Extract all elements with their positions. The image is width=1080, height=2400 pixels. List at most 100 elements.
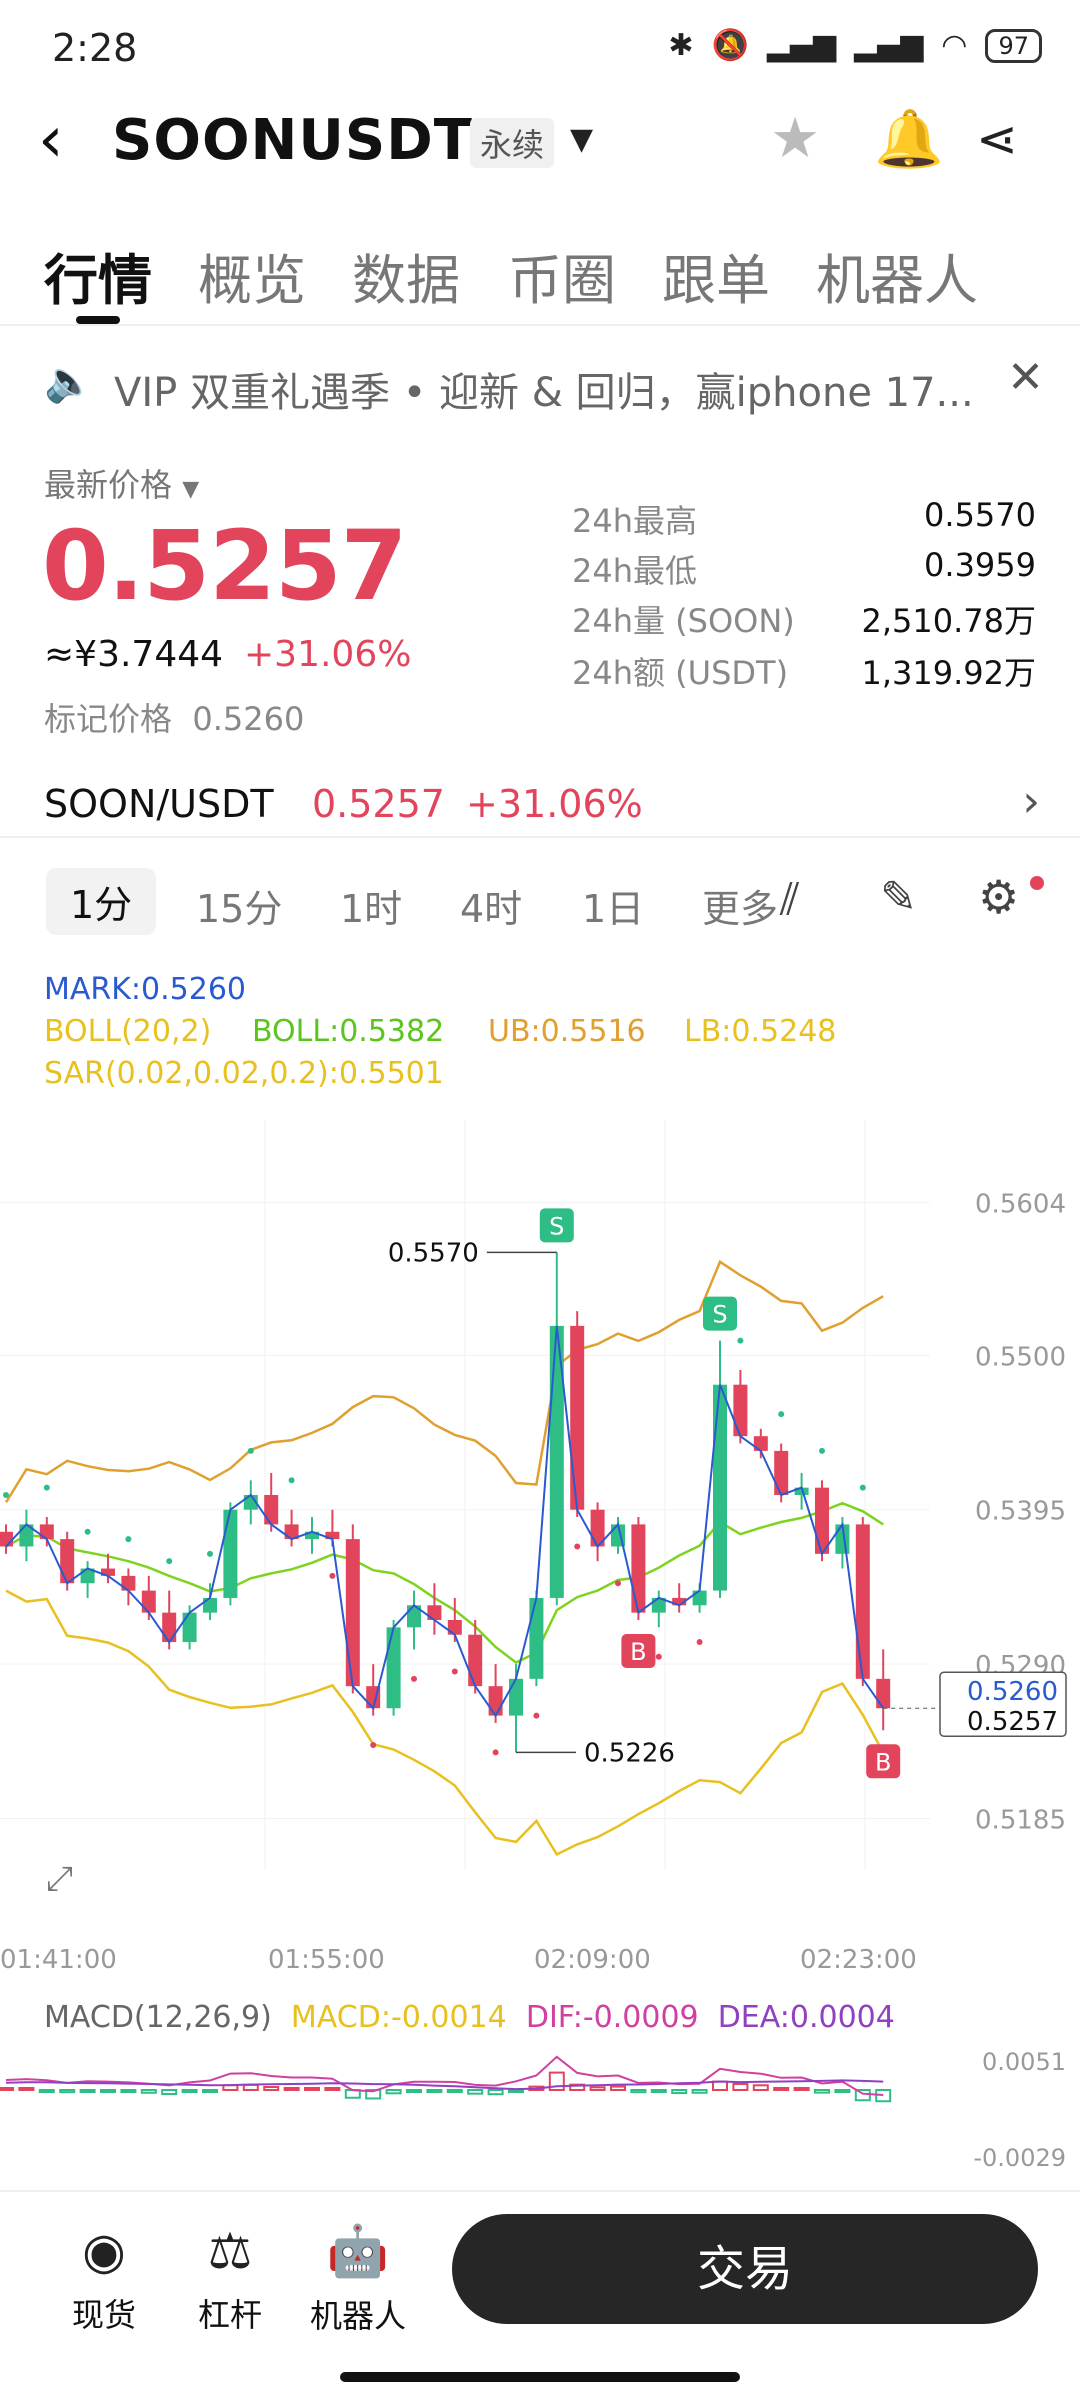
price-summary: 最新价格 ▼ 0.5257 ≈¥3.7444 +31.06% 标记价格 0.52… xyxy=(0,450,1080,750)
x-tick-label: 01:41:00 xyxy=(0,1945,117,1975)
trade-marker-label: S xyxy=(549,1212,564,1240)
candle xyxy=(203,1597,217,1613)
sar-dot xyxy=(737,1337,744,1344)
macd-top-tick: 0.0051 xyxy=(982,2048,1066,2076)
candle xyxy=(121,1575,136,1591)
latest-price-label[interactable]: 最新价格 ▼ xyxy=(44,460,199,506)
candle xyxy=(631,1524,646,1613)
interval-15m[interactable]: 15分 xyxy=(196,878,282,933)
sar-dot xyxy=(370,1742,377,1748)
spot-pair-row[interactable]: SOON/USDT 0.5257 +31.06% › xyxy=(0,770,1080,838)
nav-margin[interactable]: ⚖ 杠杆 xyxy=(170,2222,290,2336)
last-price-label: 0.5257 xyxy=(967,1707,1058,1737)
battery-icon: 97 xyxy=(985,28,1042,63)
tab-copy-trade[interactable]: 跟单 xyxy=(662,236,770,315)
macd-bar xyxy=(732,2083,749,2091)
interval-bar: 1分 15分 1时 4时 1日 更多 ⫽ ✎ ⚙ xyxy=(0,856,1080,952)
status-icons: ✱ 🔕 ▂▄▆ ▂▄▆ ◠ 97 xyxy=(668,28,1042,63)
legend-sar: SAR(0.02,0.02,0.2):0.5501 xyxy=(44,1056,444,1091)
candle xyxy=(774,1450,789,1495)
legend-boll: BOLL:0.5382 xyxy=(252,1014,445,1049)
share-icon[interactable]: ⋖ xyxy=(976,110,1018,168)
macd-bar xyxy=(100,2089,116,2093)
macd-legend: MACD(12,26,9) MACD:-0.0014 DIF:-0.0009 D… xyxy=(44,2000,895,2035)
tab-community[interactable]: 币圈 xyxy=(508,236,616,315)
status-bar: 2:28 ✱ 🔕 ▂▄▆ ▂▄▆ ◠ 97 xyxy=(0,0,1080,96)
interval-more[interactable]: 更多 xyxy=(702,878,778,933)
close-icon[interactable]: ✕ xyxy=(1007,352,1044,403)
candle xyxy=(876,1678,891,1709)
candle xyxy=(488,1686,503,1716)
interval-1h[interactable]: 1时 xyxy=(340,878,402,933)
macd-bar xyxy=(610,2085,626,2091)
tab-bot[interactable]: 机器人 xyxy=(816,236,978,315)
macd-bar xyxy=(161,2089,178,2096)
cny-price: ≈¥3.7444 xyxy=(44,634,224,675)
trade-button[interactable]: 交易 xyxy=(452,2214,1038,2324)
macd-bar xyxy=(773,2087,790,2091)
tab-data[interactable]: 数据 xyxy=(352,236,460,315)
macd-bar xyxy=(834,2089,851,2093)
sar-dot xyxy=(3,1492,9,1498)
nav-spot[interactable]: ◉ 现货 xyxy=(44,2222,164,2336)
caret-down-icon: ▼ xyxy=(182,477,200,502)
y-tick-label: 0.5500 xyxy=(975,1342,1066,1372)
signal-icon: ▂▄▆ xyxy=(766,28,837,63)
nav-bot[interactable]: 🤖 机器人 xyxy=(298,2222,418,2337)
macd-bar xyxy=(120,2089,137,2093)
notification-dot xyxy=(1030,876,1044,890)
candle xyxy=(162,1612,177,1643)
bluetooth-icon: ✱ xyxy=(668,28,694,63)
home-indicator[interactable] xyxy=(340,2372,740,2382)
candle xyxy=(713,1384,727,1591)
mark-price: 标记价格 0.5260 xyxy=(44,700,305,738)
stat-low-value: 0.3959 xyxy=(924,546,1036,584)
boll-lower-band xyxy=(5,1589,885,1857)
stat-volume-value: 2,510.78万 xyxy=(861,602,1036,640)
interval-1m[interactable]: 1分 xyxy=(46,868,157,935)
sar-dot xyxy=(615,1580,621,1587)
candlestick-chart[interactable]: 0.56040.55000.53950.52900.51850.55700.52… xyxy=(0,1090,1080,1990)
draw-pen-icon[interactable]: ✎ xyxy=(880,872,917,923)
macd-bar xyxy=(508,2089,524,2093)
candle xyxy=(447,1620,462,1635)
macd-bar xyxy=(487,2089,504,2096)
legend-lb: LB:0.5248 xyxy=(684,1014,837,1049)
macd-bar xyxy=(671,2089,688,2095)
notice-text[interactable]: VIP 双重礼遇季 • 迎新 & 回归，赢iphone 17... xyxy=(114,360,974,418)
legend-ub: UB:0.5516 xyxy=(488,1014,646,1049)
sar-dot xyxy=(411,1675,417,1682)
status-time: 2:28 xyxy=(52,26,138,70)
legend-boll-params: BOLL(20,2) xyxy=(44,1014,212,1049)
macd-bar xyxy=(630,2089,647,2094)
macd-bar xyxy=(467,2089,484,2095)
candle xyxy=(386,1627,401,1709)
expand-icon[interactable]: ⤢ xyxy=(46,1859,73,1899)
main-tabs: 行情 概览 数据 币圈 跟单 机器人 xyxy=(0,216,1080,326)
alert-bell-icon[interactable]: 🔔 xyxy=(874,106,944,172)
spot-pair: SOON/USDT xyxy=(44,782,274,826)
notice-bar[interactable]: 🔈 VIP 双重礼遇季 • 迎新 & 回归，赢iphone 17... ✕ xyxy=(0,340,1080,432)
x-tick-label: 01:55:00 xyxy=(268,1945,385,1975)
macd-bar xyxy=(324,2087,341,2091)
stat-high-label: 24h最高 xyxy=(572,502,698,540)
interval-1d[interactable]: 1日 xyxy=(582,878,644,933)
candle xyxy=(733,1384,748,1437)
macd-bar xyxy=(263,2086,280,2091)
chevron-right-icon[interactable]: › xyxy=(1022,776,1040,827)
interval-4h[interactable]: 4时 xyxy=(460,878,522,933)
tab-overview[interactable]: 概览 xyxy=(198,236,306,315)
tab-market[interactable]: 行情 xyxy=(44,236,152,315)
macd-bar xyxy=(426,2089,443,2093)
sar-dot xyxy=(125,1536,132,1543)
y-tick-label: 0.5185 xyxy=(975,1806,1066,1836)
star-icon[interactable]: ★ xyxy=(770,106,820,171)
settings-gear-icon[interactable]: ⚙ xyxy=(978,870,1019,924)
caret-down-icon[interactable]: ▼ xyxy=(570,122,593,157)
last-mark-label: 0.5260 xyxy=(967,1677,1058,1707)
indicator-icon[interactable]: ⫽ xyxy=(780,874,800,925)
pair-title[interactable]: SOONUSDT xyxy=(112,108,473,173)
back-icon[interactable]: ‹ xyxy=(38,108,64,172)
candle xyxy=(855,1524,870,1679)
candle xyxy=(39,1524,54,1540)
